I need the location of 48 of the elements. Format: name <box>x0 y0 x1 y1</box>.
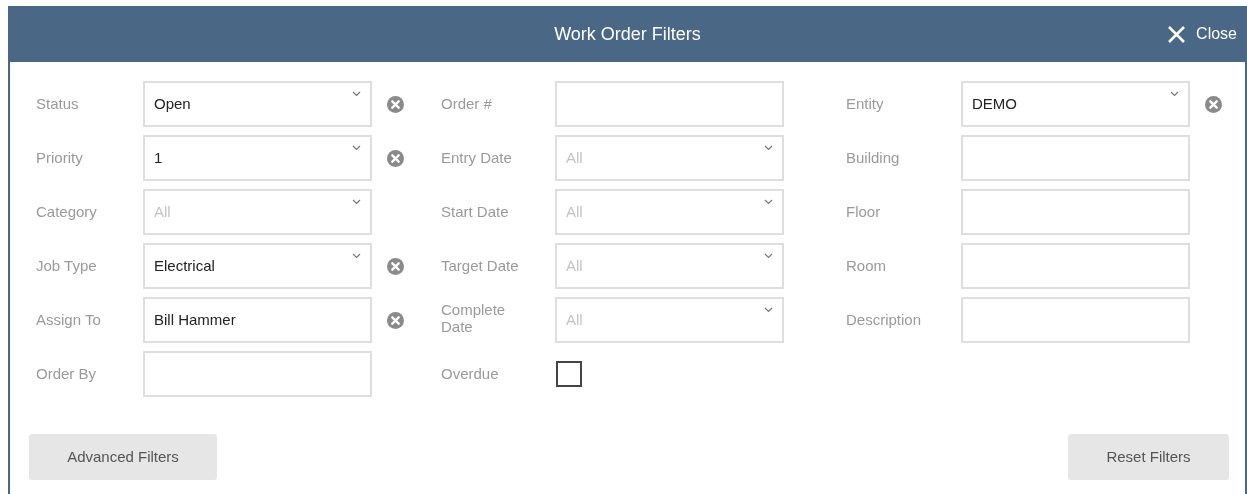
overdue-checkbox[interactable] <box>556 361 582 387</box>
field-label: Start Date <box>441 203 509 220</box>
field-label: Category <box>36 203 97 220</box>
field-label: Entity <box>846 95 884 112</box>
field-label: Room <box>846 257 886 274</box>
select-field[interactable]: Electrical <box>143 243 372 289</box>
field-label: Entry Date <box>441 149 512 166</box>
select-field[interactable]: DEMO <box>961 81 1190 127</box>
field-label: Building <box>846 149 900 166</box>
input-field[interactable] <box>961 243 1190 289</box>
chevron-down-icon <box>764 307 773 313</box>
advanced-filters-button[interactable]: Advanced Filters <box>29 434 217 480</box>
clear-icon[interactable] <box>1205 95 1222 113</box>
field-label: Target Date <box>441 257 519 274</box>
field-label: Description <box>846 311 922 328</box>
field-label: Order By <box>36 365 96 382</box>
chevron-down-icon <box>764 253 773 259</box>
chevron-down-icon <box>352 91 361 97</box>
field-label: Status <box>36 95 79 112</box>
clear-icon[interactable] <box>387 257 404 275</box>
chevron-down-icon <box>352 253 361 259</box>
select-field[interactable]: Open <box>143 81 372 127</box>
input-field[interactable] <box>555 81 784 127</box>
field-label: Job Type <box>36 257 97 274</box>
input-field[interactable] <box>961 297 1190 343</box>
dialog-title: Work Order Filters <box>554 22 701 46</box>
clear-icon[interactable] <box>387 149 404 167</box>
chevron-down-icon <box>352 199 361 205</box>
close-icon <box>1167 24 1187 44</box>
input-field[interactable] <box>961 135 1190 181</box>
chevron-down-icon <box>764 199 773 205</box>
close-button[interactable]: Close <box>1167 22 1237 46</box>
input-field[interactable] <box>143 351 372 397</box>
field-label: Complete Date <box>441 301 507 335</box>
field-label: Priority <box>36 149 83 166</box>
field-label: Floor <box>846 203 881 220</box>
field-label: Order # <box>441 95 492 112</box>
reset-filters-button[interactable]: Reset Filters <box>1068 434 1229 480</box>
chevron-down-icon <box>1170 91 1179 97</box>
clear-icon[interactable] <box>387 95 404 113</box>
input-field[interactable]: Bill Hammer <box>143 297 372 343</box>
input-field[interactable] <box>961 189 1190 235</box>
field-label: Assign To <box>36 311 101 328</box>
chevron-down-icon <box>352 145 361 151</box>
chevron-down-icon <box>764 145 773 151</box>
clear-icon[interactable] <box>387 311 404 329</box>
field-label: Overdue <box>441 365 499 382</box>
select-field[interactable]: 1 <box>143 135 372 181</box>
